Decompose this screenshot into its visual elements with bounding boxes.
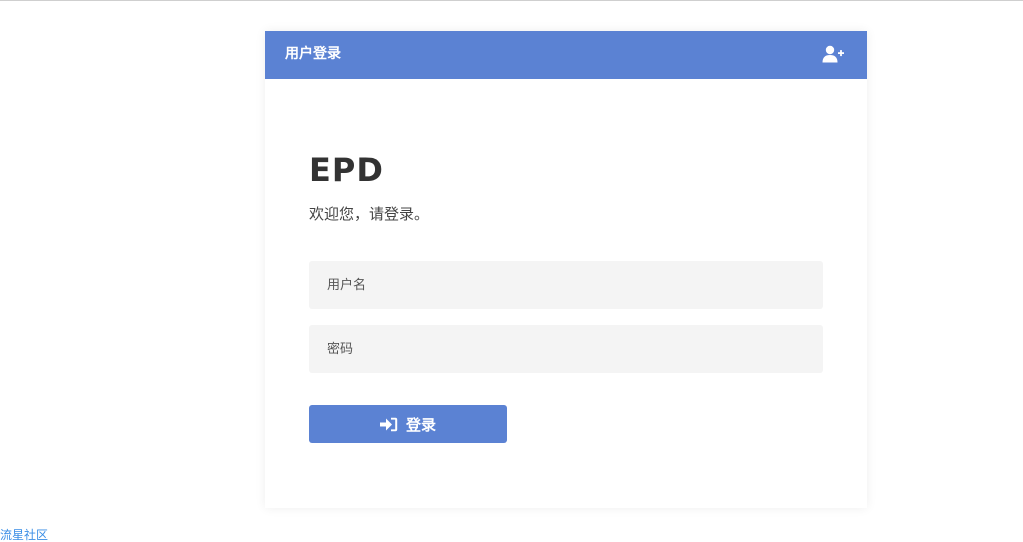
brand-title: EPD (309, 151, 384, 189)
password-input[interactable] (309, 325, 823, 373)
card-title: 用户登录 (285, 46, 341, 62)
welcome-text: 欢迎您，请登录。 (309, 205, 430, 223)
user-plus-icon[interactable] (822, 45, 844, 63)
username-input[interactable] (309, 261, 823, 309)
card-header: 用户登录 (265, 31, 867, 79)
sign-in-icon (379, 417, 398, 432)
community-link[interactable]: 流星社区 (0, 528, 48, 542)
login-button[interactable]: 登录 (309, 405, 507, 443)
login-button-label: 登录 (405, 415, 436, 434)
top-border (0, 0, 1023, 1)
login-card: 用户登录 EPD 欢迎您，请登录。 登录 (265, 31, 867, 508)
